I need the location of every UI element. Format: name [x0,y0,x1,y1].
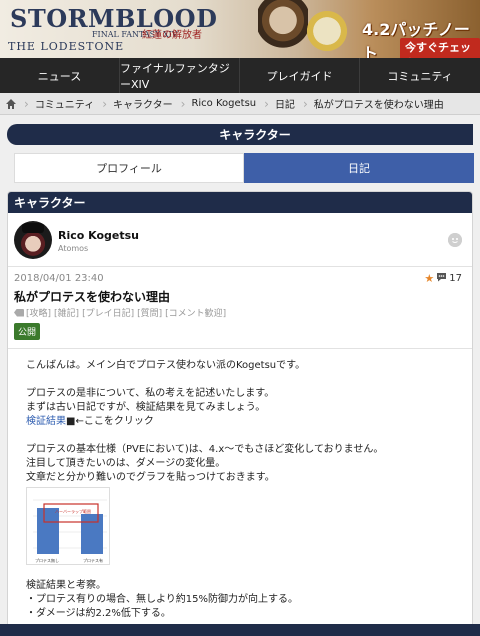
card-title: キャラクター [8,192,472,213]
comment-icon[interactable] [436,272,447,285]
body-text: まずは古い日記ですが、検証結果を見てみましょう。 [26,402,266,413]
top-navigation: ニュース ファイナルファンタジーXIV プレイガイド コミュニティ [0,58,480,93]
nav-news[interactable]: ニュース [0,58,120,93]
chart-label-without-protect: プロテス無し [35,557,59,563]
tag-question[interactable]: [質問] [137,306,162,319]
nav-ffxiv[interactable]: ファイナルファンタジーXIV [120,58,240,93]
body-text: こんばんは。メイン白でプロテス使わない派のKogetsuです。 [26,360,306,371]
character-world: Atomos [58,244,89,253]
breadcrumb-current-entry: 私がプロテスを使わない理由 [313,100,444,111]
body-link-line: 検証結果■←ここをクリック [26,415,454,429]
status-badge: 公開 [14,323,41,340]
next-section-header [0,624,480,636]
chart-label-with-protect: プロテス有 [83,557,103,563]
diary-card: キャラクター Rico Kogetsu Atomos 2018/04/01 23… [7,191,473,636]
body-text: プロテスの是非について、私の考えを記述いたします。 [26,388,275,399]
body-text: 注目して頂きたいのは、ダメージの変化量。 [26,458,226,469]
home-icon[interactable] [4,97,18,111]
banner-chocobo-image [306,4,348,58]
entry-stats: ★ 17 [424,272,462,285]
logo-subtitle-jp: 紅蓮の解放者 [142,30,202,41]
tab-profile[interactable]: プロフィール [14,153,244,183]
verification-results-link[interactable]: 検証結果 [26,416,66,427]
breadcrumb: › コミュニティ › キャラクター › Rico Kogetsu › 日記 › … [0,93,480,115]
body-text: プロテスの基本仕様（PVEにおいて)は、4.x〜でもさほど変化しておりません。 [26,444,384,455]
character-name[interactable]: Rico Kogetsu [58,229,139,242]
tag-icon [14,308,24,317]
chart-overlay-label: ハーバーラップ範囲 [55,508,91,514]
tag-play-diary[interactable]: [プレイ日記] [82,306,134,319]
entry-title: 私がプロテスを使わない理由 [14,290,171,304]
breadcrumb-character[interactable]: キャラクター [107,96,181,111]
entry-body: こんばんは。メイン白でプロテス使わない派のKogetsuです。 プロテスの是非に… [8,349,472,631]
body-text: ・ダメージは約2.2%低下する。 [26,608,171,619]
body-text: ・プロテス有りの場合、無しより約15%防御力が向上する。 [26,594,299,605]
tab-diary[interactable]: 日記 [244,153,474,183]
character-tabs: プロフィール 日記 [14,153,474,183]
site-banner[interactable]: STORMBLOOD FINAL FANTASY XIV 紅蓮の解放者 THE … [0,0,480,58]
patch-check-button[interactable]: 今すぐチェック! [400,38,480,58]
nav-community[interactable]: コミュニティ [360,58,480,93]
star-icon[interactable]: ★ [424,272,434,285]
breadcrumb-diary[interactable]: 日記 [269,96,303,111]
breadcrumb-character-name[interactable]: Rico Kogetsu [185,98,264,109]
avatar[interactable] [14,221,52,259]
more-options-icon[interactable] [448,233,462,247]
chart-bar-with-protect [81,514,103,554]
character-profile[interactable]: Rico Kogetsu Atomos [8,213,472,267]
tag-misc[interactable]: [雑記] [54,306,79,319]
entry-date: 2018/04/01 23:40 [14,273,104,284]
body-text: 検証結果と考察。 [26,580,106,591]
damage-chart-thumbnail[interactable]: ハーバーラップ範囲 プロテス無し プロテス有 [26,487,110,565]
link-hint: ■←ここをクリック [66,416,154,427]
comment-count: 17 [449,273,462,284]
banner-character-image [258,0,308,58]
entry-tags: [攻略] [雑記] [プレイ日記] [質問] [コメント歓迎] [14,306,229,319]
section-header: キャラクター [7,124,473,145]
breadcrumb-community[interactable]: コミュニティ [29,96,102,111]
lodestone-logo[interactable]: THE LODESTONE [8,40,124,53]
chart-bar-without-protect [37,508,59,554]
body-text: 文章だと分かり難いのでグラフを貼っつけておきます。 [26,472,275,483]
entry-header: 2018/04/01 23:40 ★ 17 私がプロテスを使わない理由 [攻略]… [8,267,472,349]
tag-strategy[interactable]: [攻略] [26,306,51,319]
nav-play-guide[interactable]: プレイガイド [240,58,360,93]
tag-comments-welcome[interactable]: [コメント歓迎] [165,306,226,319]
